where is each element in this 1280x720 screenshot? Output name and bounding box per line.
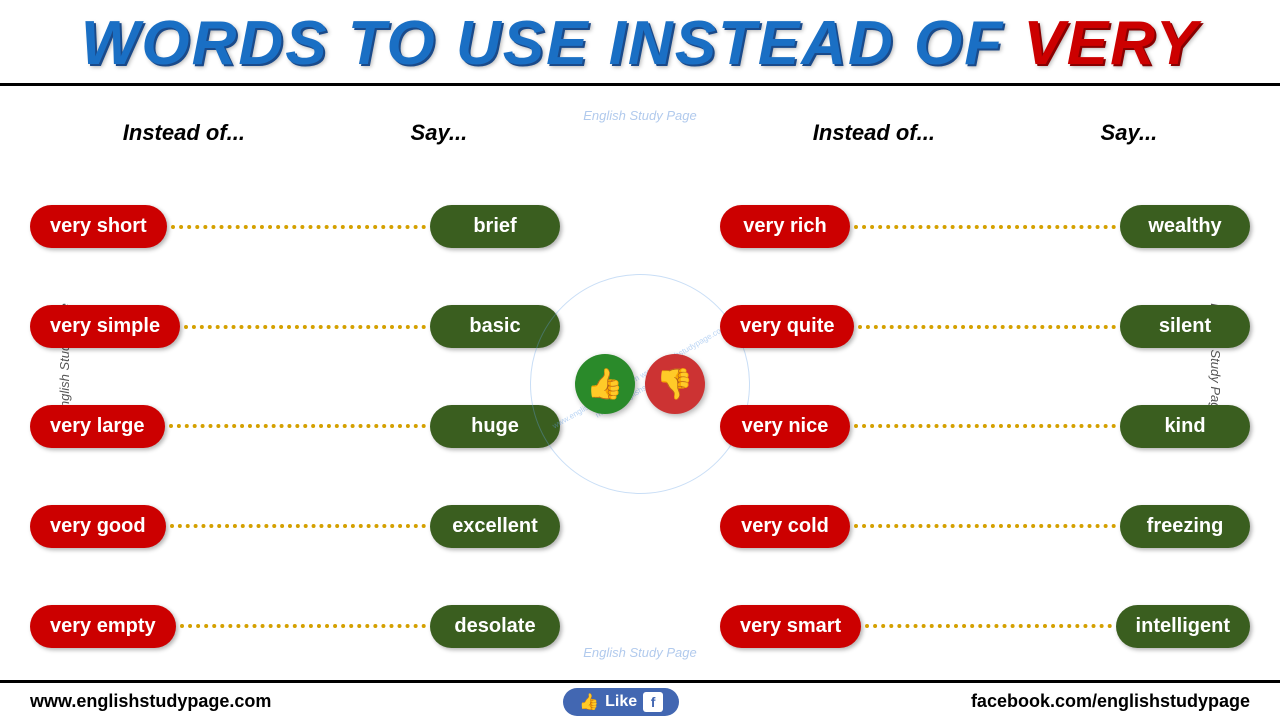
like-label: Like [605,693,637,711]
right-pair-3: very nice kind [720,405,1250,448]
main-title: WORDS TO USE INSTEAD OF VERY [81,9,1199,78]
thumbs-up-icon: 👍 [575,354,635,414]
thumbs-down-icon: 👎 [645,354,705,414]
right-dotted-line-1 [854,225,1116,229]
right-say-2: silent [1120,305,1250,348]
left-pair-3: very large huge [30,405,560,448]
footer-left-url: www.englishstudypage.com [30,691,271,712]
left-instead-2: very simple [30,305,180,348]
right-say-header: Say... [1101,120,1158,146]
right-dotted-line-5 [865,624,1111,628]
right-say-3: kind [1120,405,1250,448]
footer: www.englishstudypage.com 👍 Like f facebo… [0,680,1280,720]
right-instead-1: very rich [720,205,850,248]
dotted-line-2 [184,325,426,329]
right-pair-5: very smart intelligent [720,605,1250,648]
right-instead-4: very cold [720,505,850,548]
left-say-5: desolate [430,605,560,648]
dotted-line-4 [170,524,426,528]
dotted-line-3 [169,424,426,428]
right-dotted-line-4 [854,524,1116,528]
left-instead-of-header: Instead of... [123,120,245,146]
right-instead-5: very smart [720,605,861,648]
right-dotted-line-2 [858,325,1116,329]
right-dotted-line-3 [854,424,1116,428]
left-instead-1: very short [30,205,167,248]
left-instead-3: very large [30,405,165,448]
right-col-headers: Instead of... Say... [720,120,1250,146]
left-pair-4: very good excellent [30,505,560,548]
right-instead-of-header: Instead of... [813,120,935,146]
right-pair-1: very rich wealthy [720,205,1250,248]
title-blue: WORDS TO USE INSTEAD OF [81,9,1023,78]
right-instead-2: very quite [720,305,854,348]
footer-right-url: facebook.com/englishstudypage [971,691,1250,712]
like-button[interactable]: 👍 Like f [563,688,679,716]
dotted-line-5 [180,624,426,628]
thumbs-container: 👍 👎 [575,354,705,414]
right-pair-4: very cold freezing [720,505,1250,548]
left-pair-2: very simple basic [30,305,560,348]
left-col-headers: Instead of... Say... [30,120,560,146]
left-say-header: Say... [411,120,468,146]
dotted-line-1 [171,225,426,229]
title-red: VERY [1023,9,1199,78]
watermark-text-top: English Study Page [583,108,696,123]
left-instead-5: very empty [30,605,176,648]
main-content: Instead of... Say... very short brief ve… [0,88,1280,680]
header: WORDS TO USE INSTEAD OF VERY [0,0,1280,86]
right-say-1: wealthy [1120,205,1250,248]
right-panel: Instead of... Say... very rich wealthy v… [720,88,1250,680]
watermark-text-bottom: English Study Page [583,645,696,660]
left-say-4: excellent [430,505,560,548]
left-instead-4: very good [30,505,166,548]
left-say-1: brief [430,205,560,248]
center-area: www.englishstudypage.com www.englishstud… [560,88,720,680]
left-pair-1: very short brief [30,205,560,248]
right-pair-2: very quite silent [720,305,1250,348]
left-pair-5: very empty desolate [30,605,560,648]
right-say-4: freezing [1120,505,1250,548]
left-panel: Instead of... Say... very short brief ve… [30,88,560,680]
right-instead-3: very nice [720,405,850,448]
facebook-icon: f [643,692,663,712]
right-say-5: intelligent [1116,605,1250,648]
thumbs-up-footer-icon: 👍 [579,692,599,712]
